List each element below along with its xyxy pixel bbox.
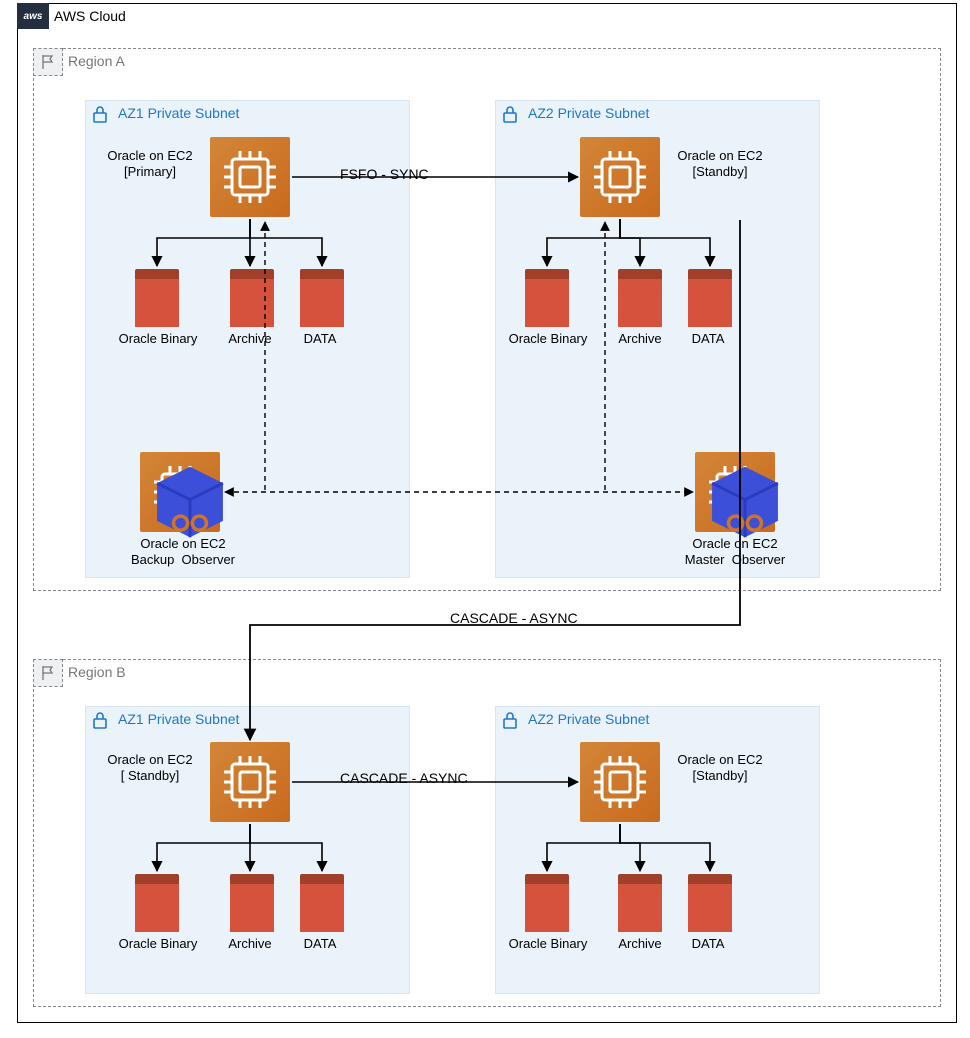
observer-cube-icon	[150, 462, 230, 542]
storage-icon	[618, 269, 662, 327]
storage-icon	[135, 269, 179, 327]
storage-archive-label: Archive	[210, 936, 290, 952]
region-a-title: Region A	[68, 53, 125, 69]
storage-icon	[300, 874, 344, 932]
storage-icon	[135, 874, 179, 932]
storage-data-label: DATA	[290, 331, 350, 347]
ec2-primary-icon	[210, 137, 290, 217]
subnet-b1-title: AZ1 Private Subnet	[118, 711, 239, 727]
storage-icon	[618, 874, 662, 932]
storage-icon	[688, 269, 732, 327]
observer-backup-label: Oracle on EC2 Backup Observer	[118, 536, 248, 569]
lock-icon	[86, 707, 114, 735]
subnet-a1-title: AZ1 Private Subnet	[118, 105, 239, 121]
storage-icon	[525, 874, 569, 932]
storage-archive-label: Archive	[600, 936, 680, 952]
storage-binary-label: Oracle Binary	[500, 331, 596, 347]
ec2-standby-a2-label: Oracle on EC2 [Standby]	[665, 148, 775, 181]
ec2-observer-master-icon	[695, 452, 775, 532]
region-flag-icon	[33, 48, 63, 76]
region-flag-icon	[33, 659, 63, 687]
storage-icon	[525, 269, 569, 327]
observer-master-label: Oracle on EC2 Master Observer	[670, 536, 800, 569]
ec2-standby-b2-icon	[580, 742, 660, 822]
region-b-title: Region B	[68, 664, 126, 680]
subnet-a2-title: AZ2 Private Subnet	[528, 105, 649, 121]
observer-cube-icon	[705, 462, 785, 542]
storage-binary-label: Oracle Binary	[110, 936, 206, 952]
storage-archive-label: Archive	[600, 331, 680, 347]
ec2-standby-b1-icon	[210, 742, 290, 822]
aws-cloud-title: AWS Cloud	[54, 8, 126, 24]
storage-icon	[300, 269, 344, 327]
connection-fsfo-label: FSFO - SYNC	[340, 166, 429, 182]
subnet-b2-title: AZ2 Private Subnet	[528, 711, 649, 727]
connection-cascade2-label: CASCADE - ASYNC	[340, 770, 468, 786]
storage-icon	[230, 269, 274, 327]
storage-icon	[230, 874, 274, 932]
ec2-primary-label: Oracle on EC2 [Primary]	[95, 148, 205, 181]
ec2-observer-backup-icon	[140, 452, 220, 532]
lock-icon	[496, 707, 524, 735]
storage-archive-label: Archive	[210, 331, 290, 347]
storage-data-label: DATA	[678, 331, 738, 347]
lock-icon	[86, 101, 114, 129]
diagram-canvas: aws AWS Cloud Region A Region B AZ1 Priv…	[0, 0, 970, 1038]
storage-data-label: DATA	[678, 936, 738, 952]
lock-icon	[496, 101, 524, 129]
storage-icon	[688, 874, 732, 932]
aws-logo-icon: aws	[17, 3, 49, 29]
connection-cascade1-label: CASCADE - ASYNC	[450, 610, 578, 626]
storage-binary-label: Oracle Binary	[110, 331, 206, 347]
storage-data-label: DATA	[290, 936, 350, 952]
storage-binary-label: Oracle Binary	[500, 936, 596, 952]
ec2-standby-a2-icon	[580, 137, 660, 217]
ec2-standby-b2-label: Oracle on EC2 [Standby]	[665, 752, 775, 785]
ec2-standby-b1-label: Oracle on EC2 [ Standby]	[95, 752, 205, 785]
